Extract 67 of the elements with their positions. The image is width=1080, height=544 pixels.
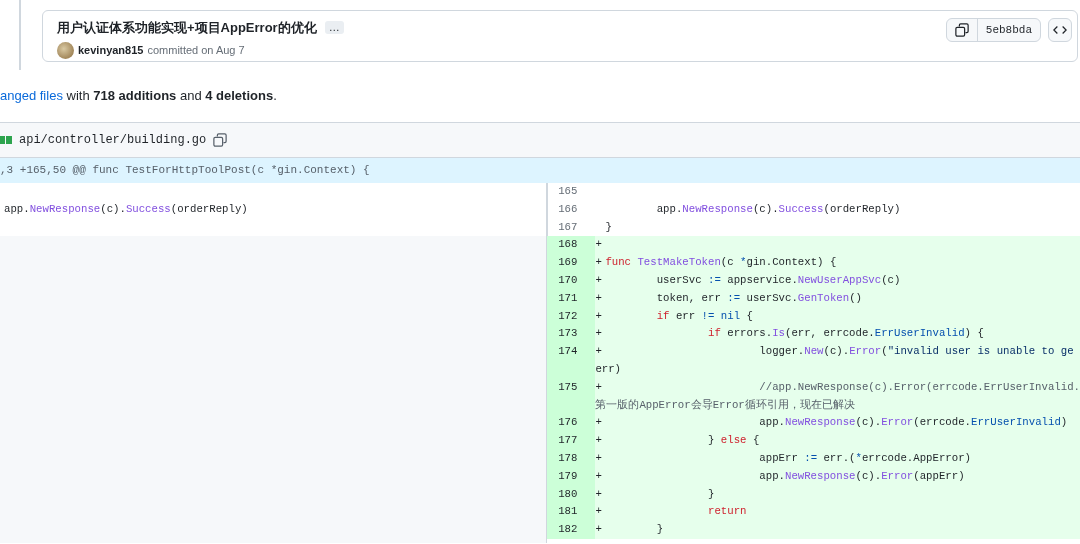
copy-icon <box>954 23 969 37</box>
code-line: } else { <box>707 433 761 449</box>
code-line: if errors.Is(err, errcode.ErrUserInvalid) { <box>707 326 985 342</box>
code-line: app.NewResponse(c).Error(appErr) <box>758 468 966 484</box>
line-number: 178 <box>558 451 578 464</box>
code-icon <box>1053 23 1067 37</box>
changed-files-link[interactable]: anged files <box>0 88 63 103</box>
line-number: 179 <box>558 469 578 482</box>
diff-marker: + <box>595 274 602 286</box>
commit-date: committed on Aug 7 <box>147 42 245 58</box>
code-line: userSvc := appservice.NewUserAppSvc(c) <box>655 273 902 288</box>
diff-marker: + <box>595 345 602 358</box>
line-number: 173 <box>558 327 578 340</box>
code-line: logger.New(c).Error("invalid user is unable to ge <box>758 344 1075 360</box>
commit-title[interactable]: 用户认证体系功能实现+项目AppError的优化 <box>57 18 317 38</box>
copy-icon[interactable] <box>213 133 228 147</box>
hunk-header: ,3 +165,50 @@ func TestForHttpToolPost(c *gin.Context) { <box>0 163 370 179</box>
diff-marker: + <box>595 469 602 482</box>
code-line: app.NewResponse(c).Error(errcode.ErrUserInvalid) <box>758 415 1069 431</box>
diff-summary: anged files with 718 additions and 4 deletions. <box>0 87 277 105</box>
code-line: app.NewResponse(c).Success(orderReply) <box>655 201 902 217</box>
line-number: 165 <box>558 185 578 197</box>
file-path[interactable]: api/controller/building.go <box>19 131 207 149</box>
diff-marker: + <box>595 505 602 518</box>
diff-marker: + <box>595 327 602 340</box>
diff-marker: + <box>595 523 602 536</box>
code-line: return <box>707 504 748 520</box>
line-number: 181 <box>558 505 578 518</box>
diff-marker: + <box>595 416 602 429</box>
code-line: err) <box>595 361 623 377</box>
line-number: 180 <box>558 487 578 500</box>
line-number: 182 <box>558 523 578 536</box>
code-line: 第一版的AppError会导Error循环引用，现在已解决 <box>595 397 856 413</box>
code-line: token, err := userSvc.GenToken() <box>655 290 863 306</box>
expand-button[interactable]: … <box>324 21 344 35</box>
line-number: 172 <box>558 309 578 322</box>
line-number: 170 <box>558 274 578 286</box>
diff-marker: + <box>595 291 602 304</box>
author-link[interactable]: kevinyan815 <box>78 41 144 59</box>
diff-marker: + <box>595 451 602 464</box>
line-number: 171 <box>558 291 578 304</box>
line-number: 168 <box>558 238 578 251</box>
diff-marker: + <box>595 256 602 269</box>
code-line: app.NewResponse(c).Success(orderReply) <box>4 201 249 217</box>
code-line: func TestMakeToken(c *gin.Context) { <box>605 255 838 271</box>
line-number: 177 <box>558 434 578 447</box>
browse-code-button[interactable] <box>1048 18 1072 42</box>
code-line: appErr := err.(*errcode.AppError) <box>758 450 972 466</box>
diffstat-icon <box>0 136 12 144</box>
diff-marker: + <box>595 487 602 500</box>
line-number: 167 <box>558 220 578 233</box>
code-line: //app.NewResponse(c).Error(errcode.ErrUserInvalid. <box>758 379 1080 395</box>
line-number: 166 <box>558 202 578 215</box>
code-line: if err != nil { <box>655 308 754 324</box>
diff-marker: + <box>595 434 602 447</box>
sha-button[interactable]: 5eb8bda <box>977 19 1040 41</box>
diff-marker: + <box>595 238 602 251</box>
avatar[interactable] <box>57 41 74 59</box>
diff-marker: + <box>595 309 602 322</box>
code-line: } <box>707 486 716 502</box>
line-number: 174 <box>558 345 578 358</box>
code-line: } <box>605 219 613 235</box>
diff-marker: + <box>595 380 602 393</box>
line-number: 175 <box>558 380 578 393</box>
line-number: 176 <box>558 416 578 429</box>
line-number: 169 <box>558 256 578 269</box>
code-line: } <box>655 522 665 538</box>
